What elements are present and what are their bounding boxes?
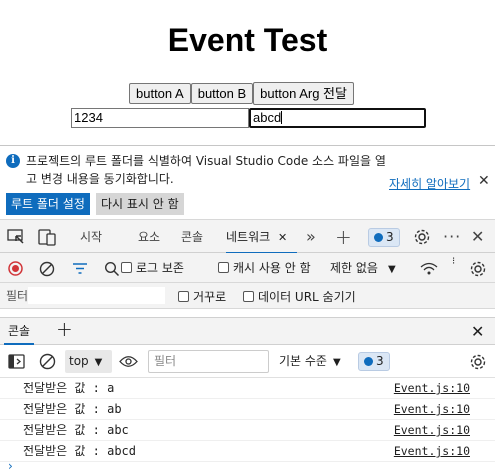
console-filter-input[interactable]: 필터 (148, 350, 269, 373)
log-level-chevron-icon: ▼ (332, 357, 341, 368)
hide-data-urls-label: 데이터 URL 숨기기 (258, 290, 356, 304)
learn-more-link[interactable]: 자세히 알아보기 (389, 175, 470, 192)
log-level-value: 기본 수준 (279, 354, 327, 368)
disable-cache-box (218, 262, 229, 273)
close-devtools-icon[interactable]: ✕ (471, 220, 484, 254)
issues-badge[interactable]: 3 (368, 228, 400, 247)
invert-box (178, 291, 189, 302)
text-input-a-value: 1234 (74, 110, 103, 125)
hide-data-urls-checkbox[interactable]: 데이터 URL 숨기기 (243, 288, 356, 305)
drawer-tabbar: 콘솔 + ✕ (0, 317, 495, 345)
input-row: 1234 abcd (71, 108, 426, 128)
tab-network-label: 네트워크 (226, 230, 271, 244)
log-message: 전달받은 값 : abc (23, 423, 129, 437)
issues-icon (374, 233, 383, 242)
console-settings-icon[interactable] (469, 353, 487, 371)
tab-elements[interactable]: 요소 (138, 220, 160, 254)
more-tabs-icon[interactable]: » (306, 220, 316, 254)
button-row: button A button B button Arg 전달 (129, 82, 354, 105)
filter-icon[interactable] (72, 262, 88, 275)
record-icon[interactable] (8, 261, 23, 276)
log-source-link[interactable]: Event.js:10 (394, 420, 470, 440)
settings-gear-icon[interactable] (413, 228, 431, 246)
filter-label: 필터 (6, 289, 29, 303)
text-caret (281, 111, 283, 124)
console-toolbar: top ▼ 필터 기본 수준 ▼ 3 (0, 345, 495, 378)
preserve-log-checkbox[interactable]: 로그 보존 (121, 253, 184, 283)
devtools-tabbar: 시작 요소 콘솔 네트워크 ✕ » + 3 ··· ✕ (0, 219, 495, 254)
devtools-panel: i 프로젝트의 루트 폴더를 식별하여 Visual Studio Code 소… (0, 145, 495, 471)
console-log-row: 전달받은 값 : a Event.js:10 (0, 378, 495, 399)
preserve-log-label: 로그 보존 (136, 261, 184, 275)
tab-network[interactable]: 네트워크 ✕ (226, 220, 297, 254)
live-expression-eye-icon[interactable] (119, 355, 138, 368)
log-message: 전달받은 값 : abcd (23, 444, 136, 458)
network-conditions-icon[interactable] (420, 262, 438, 276)
dont-show-again-button[interactable]: 다시 표시 안 함 (96, 193, 184, 215)
network-toolbar: 로그 보존 캐시 사용 안 함 제한 없음 ▼ ⁝ (0, 253, 495, 283)
infobar-message: 프로젝트의 루트 폴더를 식별하여 Visual Studio Code 소스 … (26, 154, 386, 186)
tab-close-icon[interactable]: ✕ (278, 231, 287, 244)
network-settings-icon[interactable] (469, 260, 487, 278)
button-arg[interactable]: button Arg 전달 (253, 82, 354, 105)
log-message: 전달받은 값 : ab (23, 402, 122, 416)
console-issues-icon (364, 357, 373, 366)
info-icon: i (6, 154, 20, 168)
console-prompt-chevron-icon[interactable]: › (8, 459, 13, 471)
tab-welcome[interactable]: 시작 (80, 220, 102, 254)
device-emulation-icon[interactable] (38, 229, 58, 246)
context-value: top (69, 354, 89, 368)
console-issues-badge[interactable]: 3 (358, 352, 390, 371)
page-title: Event Test (167, 22, 328, 58)
network-filter-input[interactable] (28, 287, 165, 304)
context-chevron-icon: ▼ (94, 357, 103, 368)
console-log-row: 전달받은 값 : abc Event.js:10 (0, 420, 495, 441)
tab-console[interactable]: 콘솔 (181, 220, 203, 254)
button-b[interactable]: button B (190, 83, 254, 104)
text-input-b-value: abcd (253, 110, 282, 125)
clear-icon[interactable] (39, 261, 55, 277)
infobar-close-icon[interactable]: ✕ (478, 173, 490, 189)
disable-cache-label: 캐시 사용 안 함 (233, 261, 311, 275)
drawer-close-icon[interactable]: ✕ (471, 318, 484, 345)
add-tab-icon[interactable]: + (335, 220, 352, 254)
log-source-link[interactable]: Event.js:10 (394, 378, 470, 398)
disable-cache-checkbox[interactable]: 캐시 사용 안 함 (218, 253, 311, 283)
text-input-a[interactable]: 1234 (71, 108, 249, 128)
console-filter-placeholder: 필터 (154, 354, 177, 368)
hide-data-urls-box (243, 291, 254, 302)
button-a[interactable]: button A (129, 83, 191, 104)
drawer-add-tab-icon[interactable]: + (56, 316, 73, 343)
page-viewport: Event Test button A button B button Arg … (0, 0, 495, 145)
log-source-link[interactable]: Event.js:10 (394, 441, 470, 461)
console-log-row: 전달받은 값 : abcd Event.js:10 (0, 441, 495, 462)
preserve-log-box (121, 262, 132, 273)
throttling-select[interactable]: 제한 없음 ▼ (330, 253, 396, 283)
issues-count: 3 (386, 230, 394, 244)
search-icon[interactable] (104, 261, 120, 277)
log-source-link[interactable]: Event.js:10 (394, 399, 470, 419)
log-message: 전달받은 값 : a (23, 381, 115, 395)
workspace-infobar: i 프로젝트의 루트 폴더를 식별하여 Visual Studio Code 소… (0, 146, 495, 219)
inspect-element-icon[interactable] (7, 229, 25, 245)
network-filter-bar: 필터 거꾸로 데이터 URL 숨기기 (0, 283, 495, 309)
drawer-tab-console[interactable]: 콘솔 (4, 318, 35, 345)
console-issues-count: 3 (376, 354, 384, 368)
sidebar-toggle-icon[interactable] (8, 354, 25, 369)
log-level-select[interactable]: 기본 수준 ▼ (279, 345, 341, 378)
drawer-resize-gap[interactable] (0, 309, 495, 317)
chevron-down-icon: ▼ (387, 264, 396, 275)
text-input-b[interactable]: abcd (249, 108, 426, 128)
clear-console-icon[interactable] (39, 353, 56, 370)
invert-checkbox[interactable]: 거꾸로 (178, 288, 226, 305)
console-log-row: 전달받은 값 : ab Event.js:10 (0, 399, 495, 420)
set-root-folder-button[interactable]: 루트 폴더 설정 (6, 193, 90, 215)
context-select[interactable]: top ▼ (65, 350, 112, 373)
throttling-value: 제한 없음 (330, 261, 378, 275)
import-har-icon[interactable]: ⁝ (452, 247, 455, 277)
invert-label: 거꾸로 (193, 290, 227, 304)
